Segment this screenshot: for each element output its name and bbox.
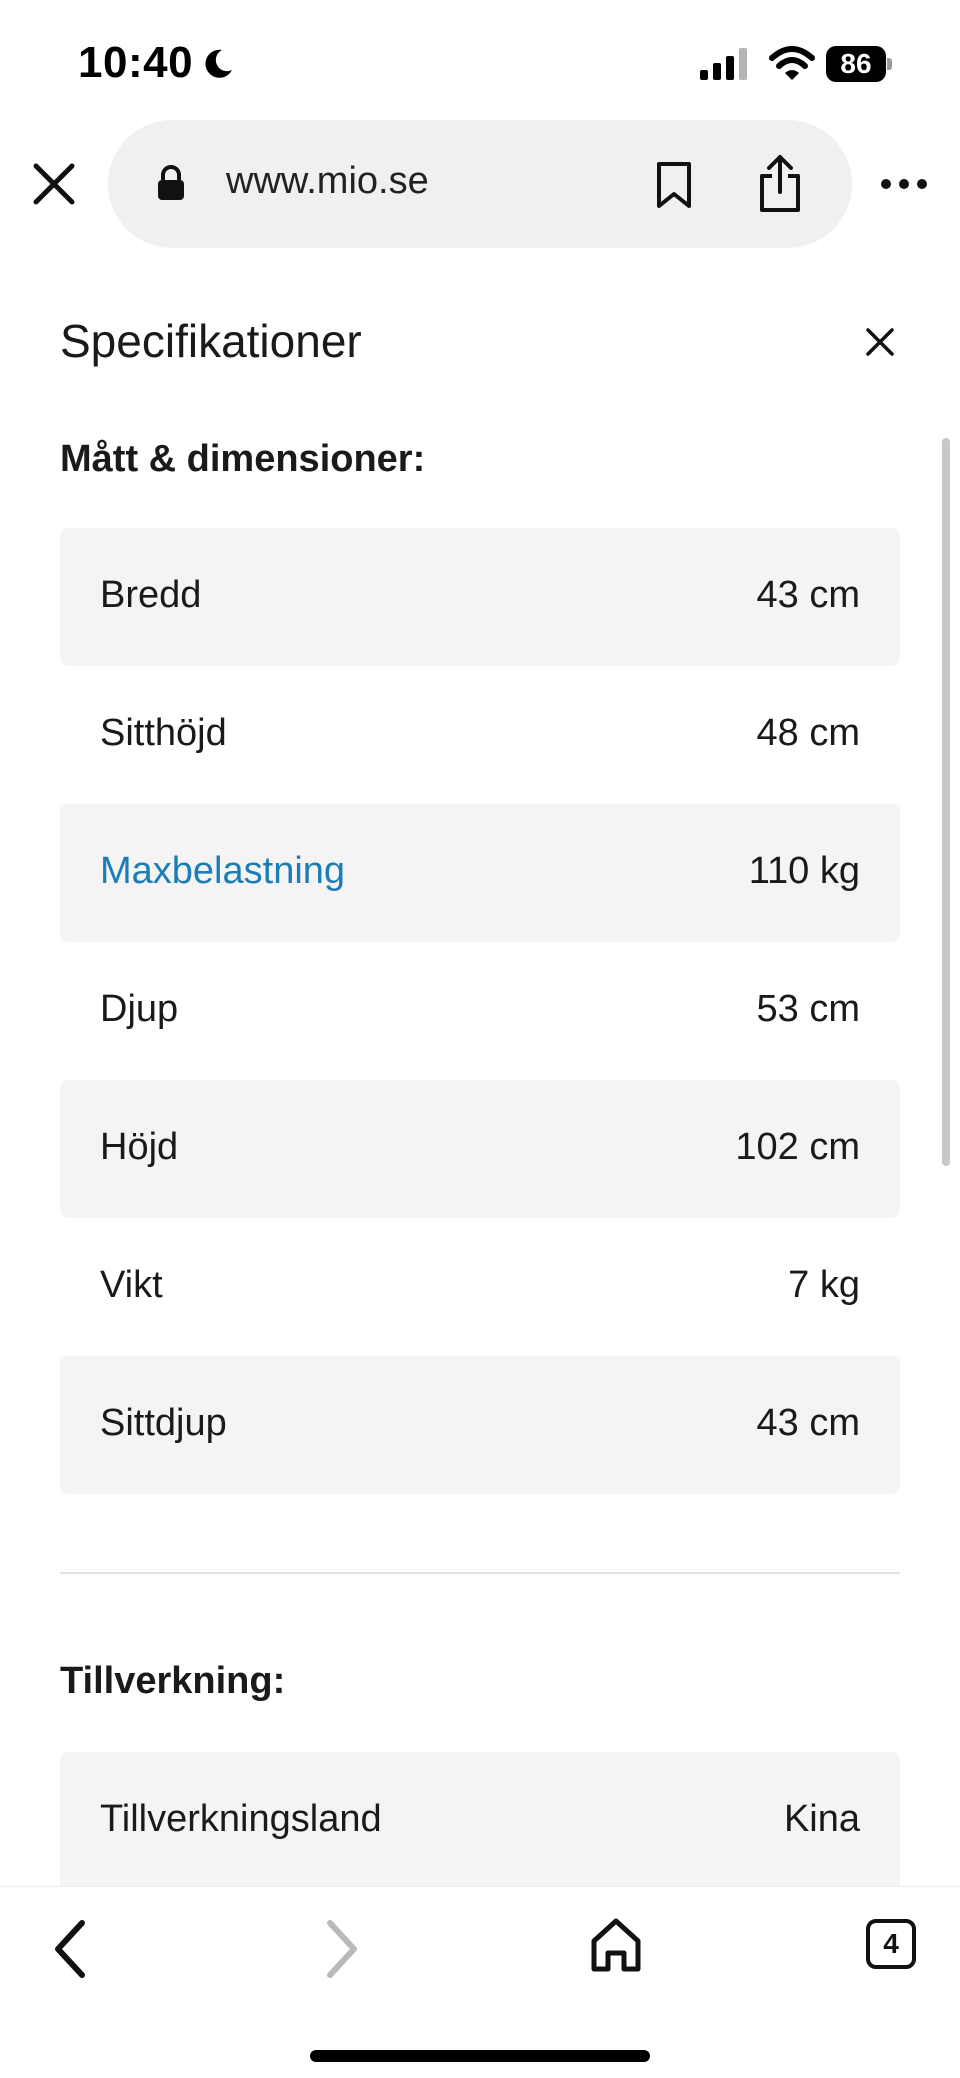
spec-label: Djup [100,988,179,1030]
spec-value: 43 cm [756,574,860,616]
wifi-icon [769,46,815,80]
section-heading-dimensions: Mått & dimensioner: [60,438,426,480]
home-icon[interactable] [588,1915,644,1975]
spec-row-sitthojd: Sitthöjd 48 cm [60,666,900,804]
more-icon[interactable] [880,170,928,198]
spec-row-bredd: Bredd 43 cm [60,528,900,666]
spec-label: Sittdjup [100,1402,227,1444]
panel-title: Specifikationer [60,315,362,367]
status-time: 10:40 [78,38,194,87]
scrollbar[interactable] [942,438,950,1166]
spec-row-djup: Djup 53 cm [60,942,900,1080]
maxbelastning-link[interactable]: Maxbelastning [100,850,345,893]
spec-value: Kina [783,1798,860,1840]
spec-value: 110 kg [748,850,860,892]
tab-count: 4 [883,1928,899,1959]
moon-icon [205,49,232,78]
section-heading-manufacturing: Tillverkning: [60,1660,286,1702]
spec-row-tillverkningsland: Tillverkningsland Kina [60,1752,900,1890]
spec-label: Tillverkningsland [100,1798,382,1840]
share-icon[interactable] [756,154,804,214]
screen: 10:40 86 www.mio.se Specifikationer Mått… [0,0,960,2078]
bookmark-icon[interactable] [654,160,694,210]
url-text[interactable]: www.mio.se [226,160,429,203]
back-icon[interactable] [50,1917,90,1981]
spec-value: 102 cm [735,1126,860,1168]
spec-label: Sitthöjd [100,712,227,754]
spec-value: 48 cm [756,712,860,754]
battery-tip [887,58,892,70]
spec-value: 43 cm [756,1402,860,1444]
battery-level: 86 [840,48,872,79]
spec-label: Bredd [100,574,202,616]
tabs-icon[interactable]: 4 [866,1919,916,1969]
battery-icon: 86 [826,46,892,82]
close-icon[interactable] [28,158,80,210]
spec-label: Vikt [100,1264,163,1306]
status-bar: 10:40 86 [0,0,960,120]
panel-close-icon[interactable] [862,324,898,360]
home-indicator[interactable] [310,2050,650,2062]
spec-row-sittdjup: Sittdjup 43 cm [60,1356,900,1494]
spec-list-manufacturing: Tillverkningsland Kina [60,1752,900,1890]
lock-icon [158,165,184,200]
url-bar[interactable]: www.mio.se [108,120,852,248]
section-divider [60,1572,900,1574]
spec-row-vikt: Vikt 7 kg [60,1218,900,1356]
signal-icon [700,48,747,80]
spec-row-maxbelastning: Maxbelastning 110 kg [60,804,900,942]
spec-label: Höjd [100,1126,179,1168]
forward-icon[interactable] [322,1917,362,1981]
spec-value: 53 cm [756,988,860,1030]
spec-value: 7 kg [788,1264,860,1306]
spec-row-hojd: Höjd 102 cm [60,1080,900,1218]
spec-list-dimensions: Bredd 43 cm Sitthöjd 48 cm Maxbelastning… [60,528,900,1494]
